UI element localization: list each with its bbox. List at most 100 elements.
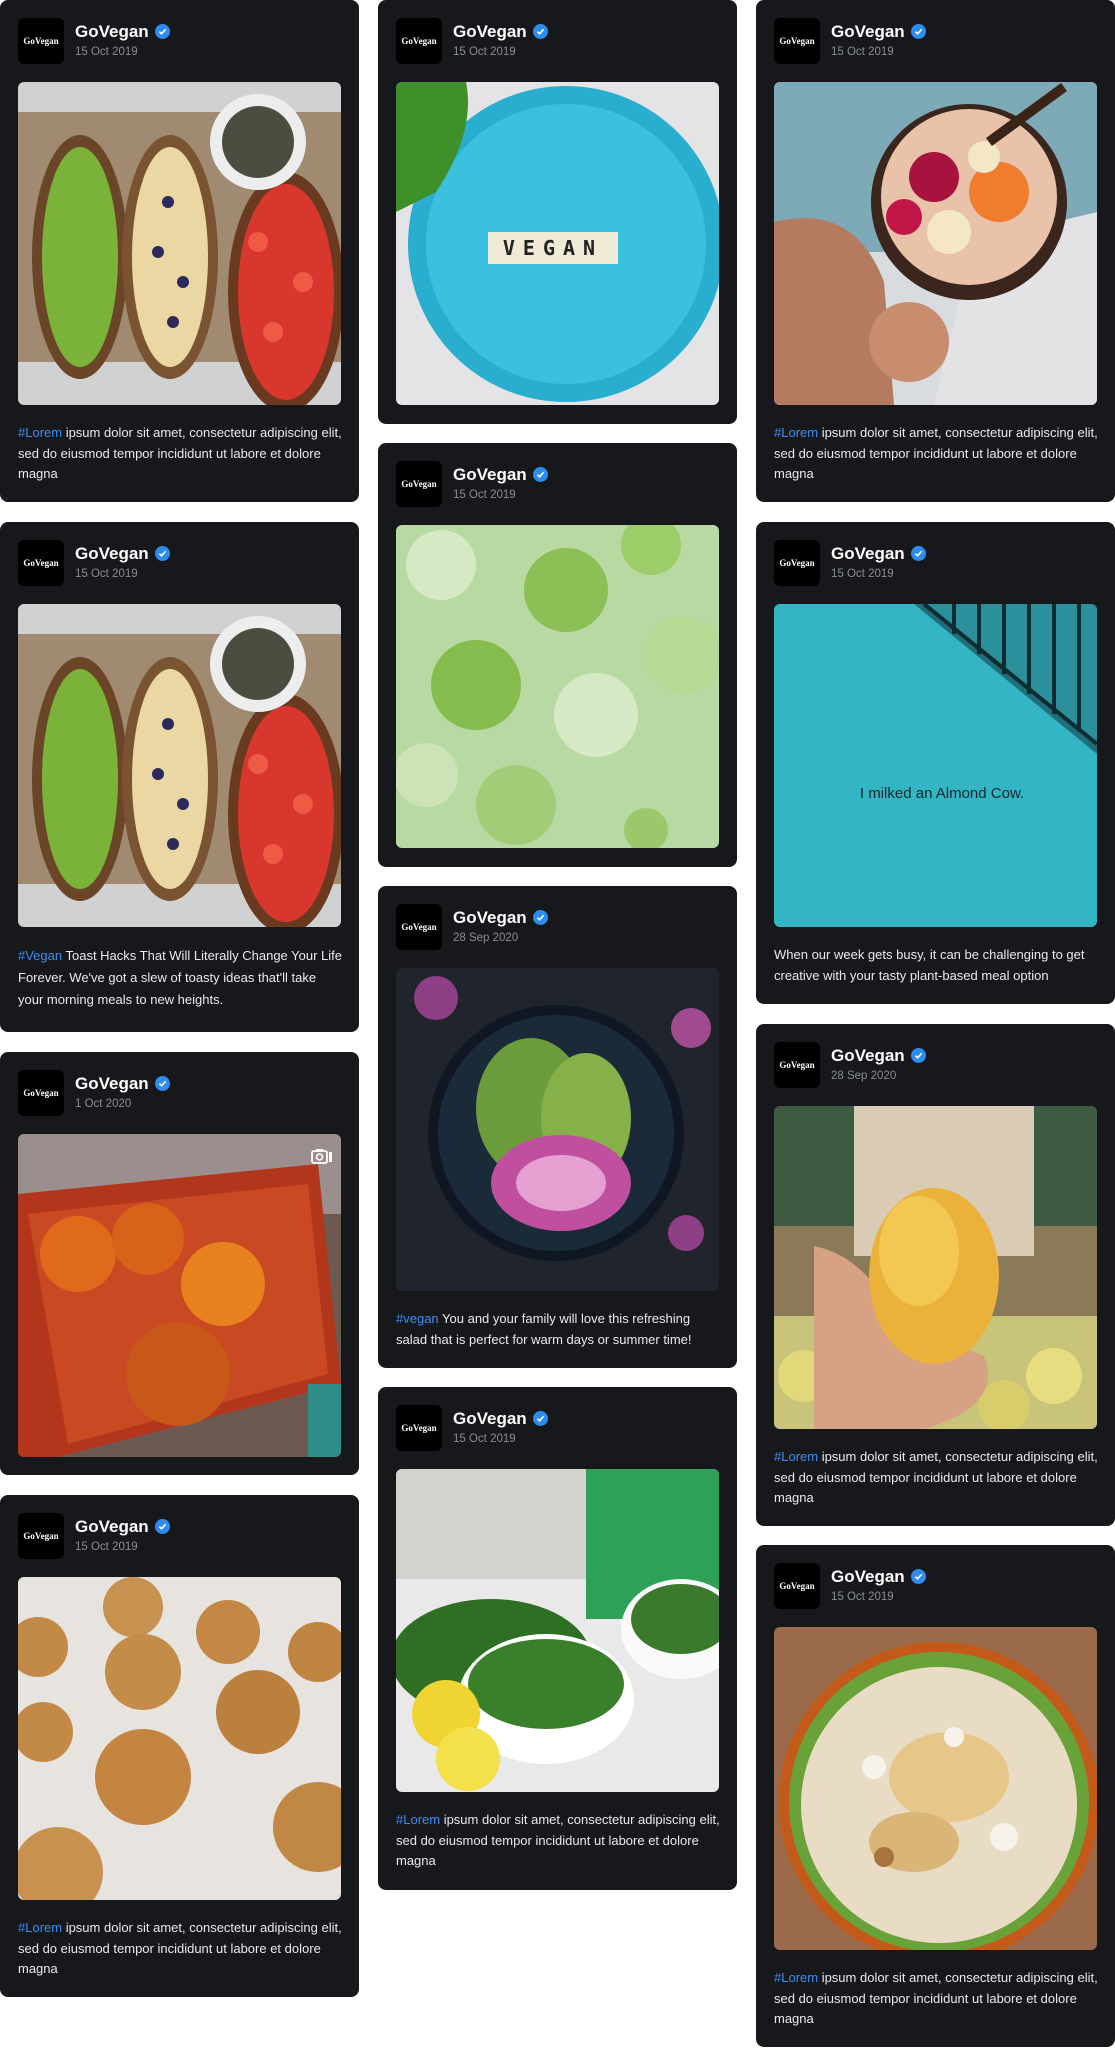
post-image-avocado-toast[interactable] [18,604,341,927]
verified-check-icon [911,546,926,561]
post-image-broccoli[interactable] [396,525,719,848]
post-image-mango[interactable] [774,1106,1097,1429]
photo-text-almond-cow: I milked an Almond Cow. [860,785,1024,802]
post-caption: When our week gets busy, it can be chall… [774,947,1085,983]
post-date: 28 Sep 2020 [453,932,519,944]
post-header: GoVegan GoVegan 15 Oct 2019 [774,18,1094,64]
post-header: GoVegan GoVegan 15 Oct 2019 [396,461,716,507]
post-caption: #Vegan Toast Hacks That Will Literally C… [18,948,342,1007]
post-date: 15 Oct 2019 [831,46,894,58]
post-image-smoothie-bowl[interactable] [774,1627,1097,1950]
post-image-avocado-toast[interactable] [18,82,341,405]
verified-check-icon [533,467,548,482]
post-header: GoVegan GoVegan 28 Sep 2020 [396,904,716,950]
verified-check-icon [155,24,170,39]
post-image-kale-bowls[interactable] [396,1469,719,1792]
post-date: 15 Oct 2019 [75,1541,138,1553]
hashtag-link[interactable]: #Lorem [396,1812,440,1827]
govegan-logo[interactable]: GoVegan [396,904,442,950]
post-date: 15 Oct 2019 [453,46,516,58]
govegan-logo[interactable]: GoVegan [18,540,64,586]
govegan-logo[interactable]: GoVegan [396,1405,442,1451]
govegan-logo[interactable]: GoVegan [774,18,820,64]
verified-check-icon [911,1569,926,1584]
verified-check-icon [911,24,926,39]
post-image-fruit-bowl[interactable] [774,82,1097,405]
post-header: GoVegan GoVegan 1 Oct 2020 [18,1070,338,1116]
post-date: 28 Sep 2020 [831,1070,897,1082]
post-card[interactable]: GoVegan GoVegan 1 Oct 2020 [0,1052,359,1475]
post-image-almond-cow-wall[interactable]: I milked an Almond Cow. [774,604,1097,927]
account-name[interactable]: GoVegan [831,544,905,564]
govegan-logo[interactable]: GoVegan [18,1513,64,1559]
hashtag-link[interactable]: #Lorem [18,425,62,440]
account-name[interactable]: GoVegan [453,465,527,485]
account-name[interactable]: GoVegan [75,544,149,564]
verified-check-icon [533,1411,548,1426]
post-caption: #vegan You and your family will love thi… [396,1311,692,1347]
hashtag-link[interactable]: #Vegan [18,948,62,963]
post-date: 15 Oct 2019 [75,46,138,58]
govegan-logo[interactable]: GoVegan [18,18,64,64]
account-name[interactable]: GoVegan [453,908,527,928]
post-image-cookies[interactable] [18,1577,341,1900]
account-name[interactable]: GoVegan [831,22,905,42]
verified-check-icon [533,910,548,925]
account-name[interactable]: GoVegan [453,1409,527,1429]
post-caption: #Lorem ipsum dolor sit amet, consectetur… [18,425,342,481]
post-date: 15 Oct 2019 [453,489,516,501]
post-card[interactable]: GoVegan GoVegan 15 Oct 2019 #Lorem ipsum… [0,1495,359,1997]
govegan-logo[interactable]: GoVegan [18,1070,64,1116]
govegan-logo[interactable]: GoVegan [774,1042,820,1088]
post-caption: #Lorem ipsum dolor sit amet, consectetur… [774,1449,1098,1505]
post-card[interactable]: GoVegan GoVegan 15 Oct 2019 #Lorem ipsum… [756,0,1115,502]
verified-check-icon [533,24,548,39]
post-image-vegan-plate[interactable]: VEGAN [396,82,719,405]
post-caption: #Lorem ipsum dolor sit amet, consectetur… [18,1920,342,1976]
verified-check-icon [155,546,170,561]
account-name[interactable]: GoVegan [75,1074,149,1094]
post-image-cabbage-salad[interactable] [396,968,719,1291]
govegan-logo[interactable]: GoVegan [396,461,442,507]
camera-icon[interactable] [311,1148,333,1164]
post-header: GoVegan GoVegan 15 Oct 2019 [18,540,338,586]
post-card[interactable]: GoVegan GoVegan 15 Oct 2019 [378,443,737,867]
account-name[interactable]: GoVegan [75,22,149,42]
post-header: GoVegan GoVegan 15 Oct 2019 [774,1563,1094,1609]
post-image-baked-tomatoes[interactable] [18,1134,341,1457]
hashtag-link[interactable]: #Lorem [774,1449,818,1464]
post-caption: #Lorem ipsum dolor sit amet, consectetur… [774,425,1098,481]
post-card[interactable]: GoVegan GoVegan 15 Oct 2019 VEGAN [378,0,737,424]
post-header: GoVegan GoVegan 28 Sep 2020 [774,1042,1094,1088]
post-header: GoVegan GoVegan 15 Oct 2019 [774,540,1094,586]
account-name[interactable]: GoVegan [75,1517,149,1537]
post-card[interactable]: GoVegan GoVegan 28 Sep 2020 #vegan You a… [378,886,737,1368]
post-date: 1 Oct 2020 [75,1098,132,1110]
hashtag-link[interactable]: #vegan [396,1311,439,1326]
post-date: 15 Oct 2019 [831,568,894,580]
account-name[interactable]: GoVegan [453,22,527,42]
post-card[interactable]: GoVegan GoVegan 15 Oct 2019 #Vegan Toast… [0,522,359,1032]
govegan-logo[interactable]: GoVegan [774,540,820,586]
account-name[interactable]: GoVegan [831,1567,905,1587]
post-date: 15 Oct 2019 [75,568,138,580]
govegan-logo[interactable]: GoVegan [774,1563,820,1609]
hashtag-link[interactable]: #Lorem [774,1970,818,1985]
post-header: GoVegan GoVegan 15 Oct 2019 [18,1513,338,1559]
account-name[interactable]: GoVegan [831,1046,905,1066]
hashtag-link[interactable]: #Lorem [18,1920,62,1935]
post-card[interactable]: GoVegan GoVegan 15 Oct 2019 I milked an … [756,522,1115,1004]
post-header: GoVegan GoVegan 15 Oct 2019 [396,1405,716,1451]
post-card[interactable]: GoVegan GoVegan 28 Sep 2020 #Lorem ipsum… [756,1024,1115,1526]
verified-check-icon [155,1076,170,1091]
photo-text-vegan: VEGAN [503,236,603,260]
post-date: 15 Oct 2019 [453,1433,516,1445]
post-caption: #Lorem ipsum dolor sit amet, consectetur… [774,1970,1098,2026]
post-card[interactable]: GoVegan GoVegan 15 Oct 2019 #Lorem ipsum… [0,0,359,502]
govegan-logo[interactable]: GoVegan [396,18,442,64]
hashtag-link[interactable]: #Lorem [774,425,818,440]
post-card[interactable]: GoVegan GoVegan 15 Oct 2019 #Lorem ipsum… [378,1387,737,1890]
verified-check-icon [911,1048,926,1063]
post-header: GoVegan GoVegan 15 Oct 2019 [18,18,338,64]
post-card[interactable]: GoVegan GoVegan 15 Oct 2019 #Lorem ipsum… [756,1545,1115,2047]
